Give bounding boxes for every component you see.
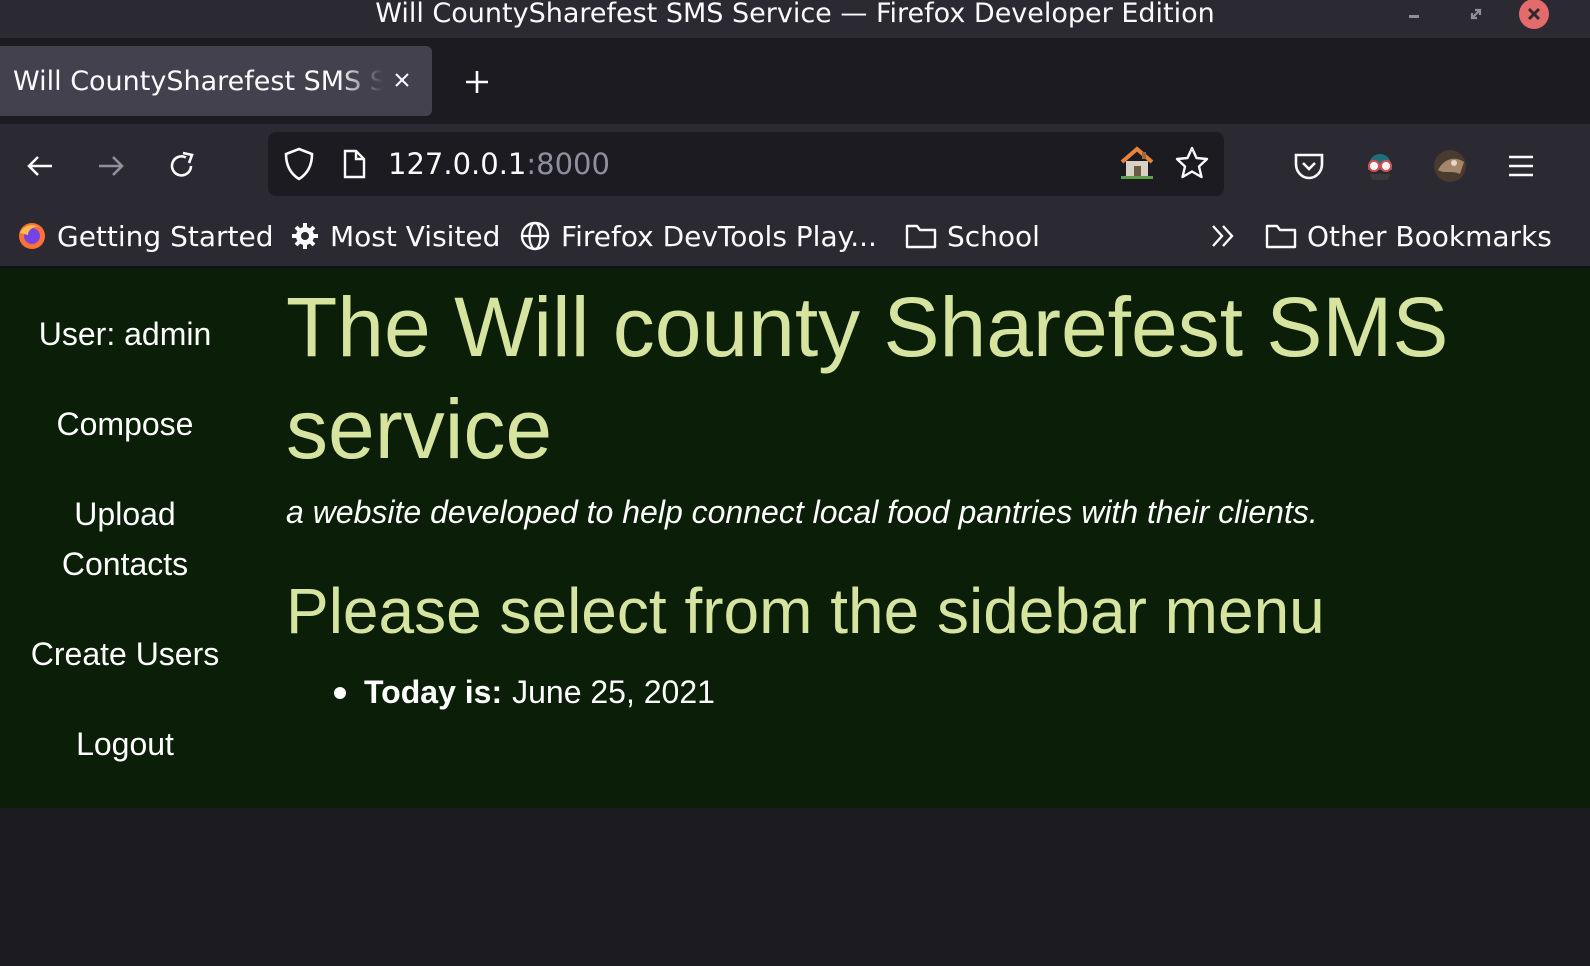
minimize-button[interactable]: [1405, 0, 1425, 38]
bookmarks-overflow-button[interactable]: [1208, 218, 1238, 254]
bullet-dot: [334, 686, 346, 699]
maximize-button[interactable]: [1466, 0, 1486, 38]
close-icon: [1519, 0, 1549, 29]
window-titlebar: Will CountySharefest SMS Service — Firef…: [0, 0, 1590, 38]
pocket-icon: [1294, 153, 1324, 180]
back-button[interactable]: [18, 144, 62, 188]
reload-icon: [170, 151, 194, 177]
date-list-item: Today is: June 25, 2021: [334, 674, 715, 711]
double-chevron-right-icon: [1212, 225, 1234, 247]
folder-icon: [905, 224, 937, 249]
tab-active[interactable]: Will CountySharefest SMS Service: [0, 46, 432, 116]
page-icon[interactable]: [340, 148, 368, 184]
restore-icon: [1470, 8, 1482, 20]
date-value: June 25, 2021: [512, 674, 715, 710]
sidebar-user-label: User: admin: [38, 316, 212, 352]
profile-avatar-icon: [1434, 150, 1466, 182]
folder-icon: [1265, 224, 1297, 249]
page-title: The Will county Sharefest SMS service: [286, 280, 1449, 476]
bookmark-most-visited[interactable]: Most Visited: [290, 218, 500, 254]
star-icon[interactable]: [1174, 145, 1210, 185]
reload-button[interactable]: [160, 144, 204, 188]
new-tab-button[interactable]: [459, 64, 495, 100]
window-close-button[interactable]: [1519, 0, 1549, 38]
bookmark-label: Firefox DevTools Play...: [561, 219, 877, 253]
page-prompt: Please select from the sidebar menu: [286, 575, 1325, 647]
window-title: Will CountySharefest SMS Service — Firef…: [375, 0, 1215, 29]
sidebar-item-create-users[interactable]: Create Users: [0, 629, 250, 679]
menu-button[interactable]: [1499, 144, 1543, 188]
bookmarks-toolbar: Getting Started Most Visited Firefox Dev…: [0, 206, 1590, 268]
arrow-left-icon: [27, 156, 52, 176]
pocket-button[interactable]: [1287, 144, 1331, 188]
url-host: 127.0.0.1: [388, 147, 527, 181]
tab-close-button[interactable]: [388, 66, 416, 94]
navigation-toolbar: 127.0.0.1:8000: [0, 124, 1590, 206]
page-content: User: admin Compose Upload Contacts Crea…: [0, 268, 1590, 808]
bookmark-label: School: [947, 219, 1040, 253]
extension-mask-icon: [1368, 154, 1392, 180]
url-bar[interactable]: 127.0.0.1:8000: [268, 132, 1224, 196]
close-icon: [395, 73, 409, 87]
profile-button[interactable]: [1428, 144, 1472, 188]
url-text[interactable]: 127.0.0.1:8000: [388, 148, 610, 180]
forward-button[interactable]: [89, 144, 133, 188]
bookmark-label: Getting Started: [57, 219, 274, 253]
bookmark-firefox-devtools[interactable]: Firefox DevTools Play...: [519, 218, 877, 254]
bookmark-getting-started[interactable]: Getting Started: [17, 218, 273, 254]
sidebar-item-upload-contacts[interactable]: Upload Contacts: [0, 489, 250, 589]
tab-strip: Will CountySharefest SMS Service: [0, 38, 1590, 124]
plus-icon: [466, 71, 488, 93]
bookmark-other-bookmarks[interactable]: Other Bookmarks: [1265, 218, 1552, 254]
url-port: :8000: [526, 147, 610, 181]
minimize-icon: [1409, 15, 1419, 18]
bookmark-label: Other Bookmarks: [1307, 219, 1552, 253]
firefox-logo-icon: [19, 223, 45, 249]
tab-title: Will CountySharefest SMS Service: [13, 65, 383, 97]
shield-icon[interactable]: [282, 146, 316, 186]
arrow-right-icon: [99, 156, 124, 176]
bookmark-folder-school[interactable]: School: [905, 218, 1040, 254]
date-label: Today is:: [364, 674, 503, 710]
hamburger-menu-icon: [1509, 155, 1533, 177]
bookmark-label: Most Visited: [330, 219, 501, 253]
sidebar-item-compose[interactable]: Compose: [0, 399, 250, 449]
extension-button[interactable]: [1358, 144, 1402, 188]
home-icon[interactable]: [1118, 144, 1156, 186]
page-tagline: a website developed to help connect loca…: [286, 494, 1318, 530]
globe-icon: [520, 221, 550, 251]
sidebar-item-logout[interactable]: Logout: [0, 719, 250, 769]
gear-icon: [292, 223, 318, 249]
